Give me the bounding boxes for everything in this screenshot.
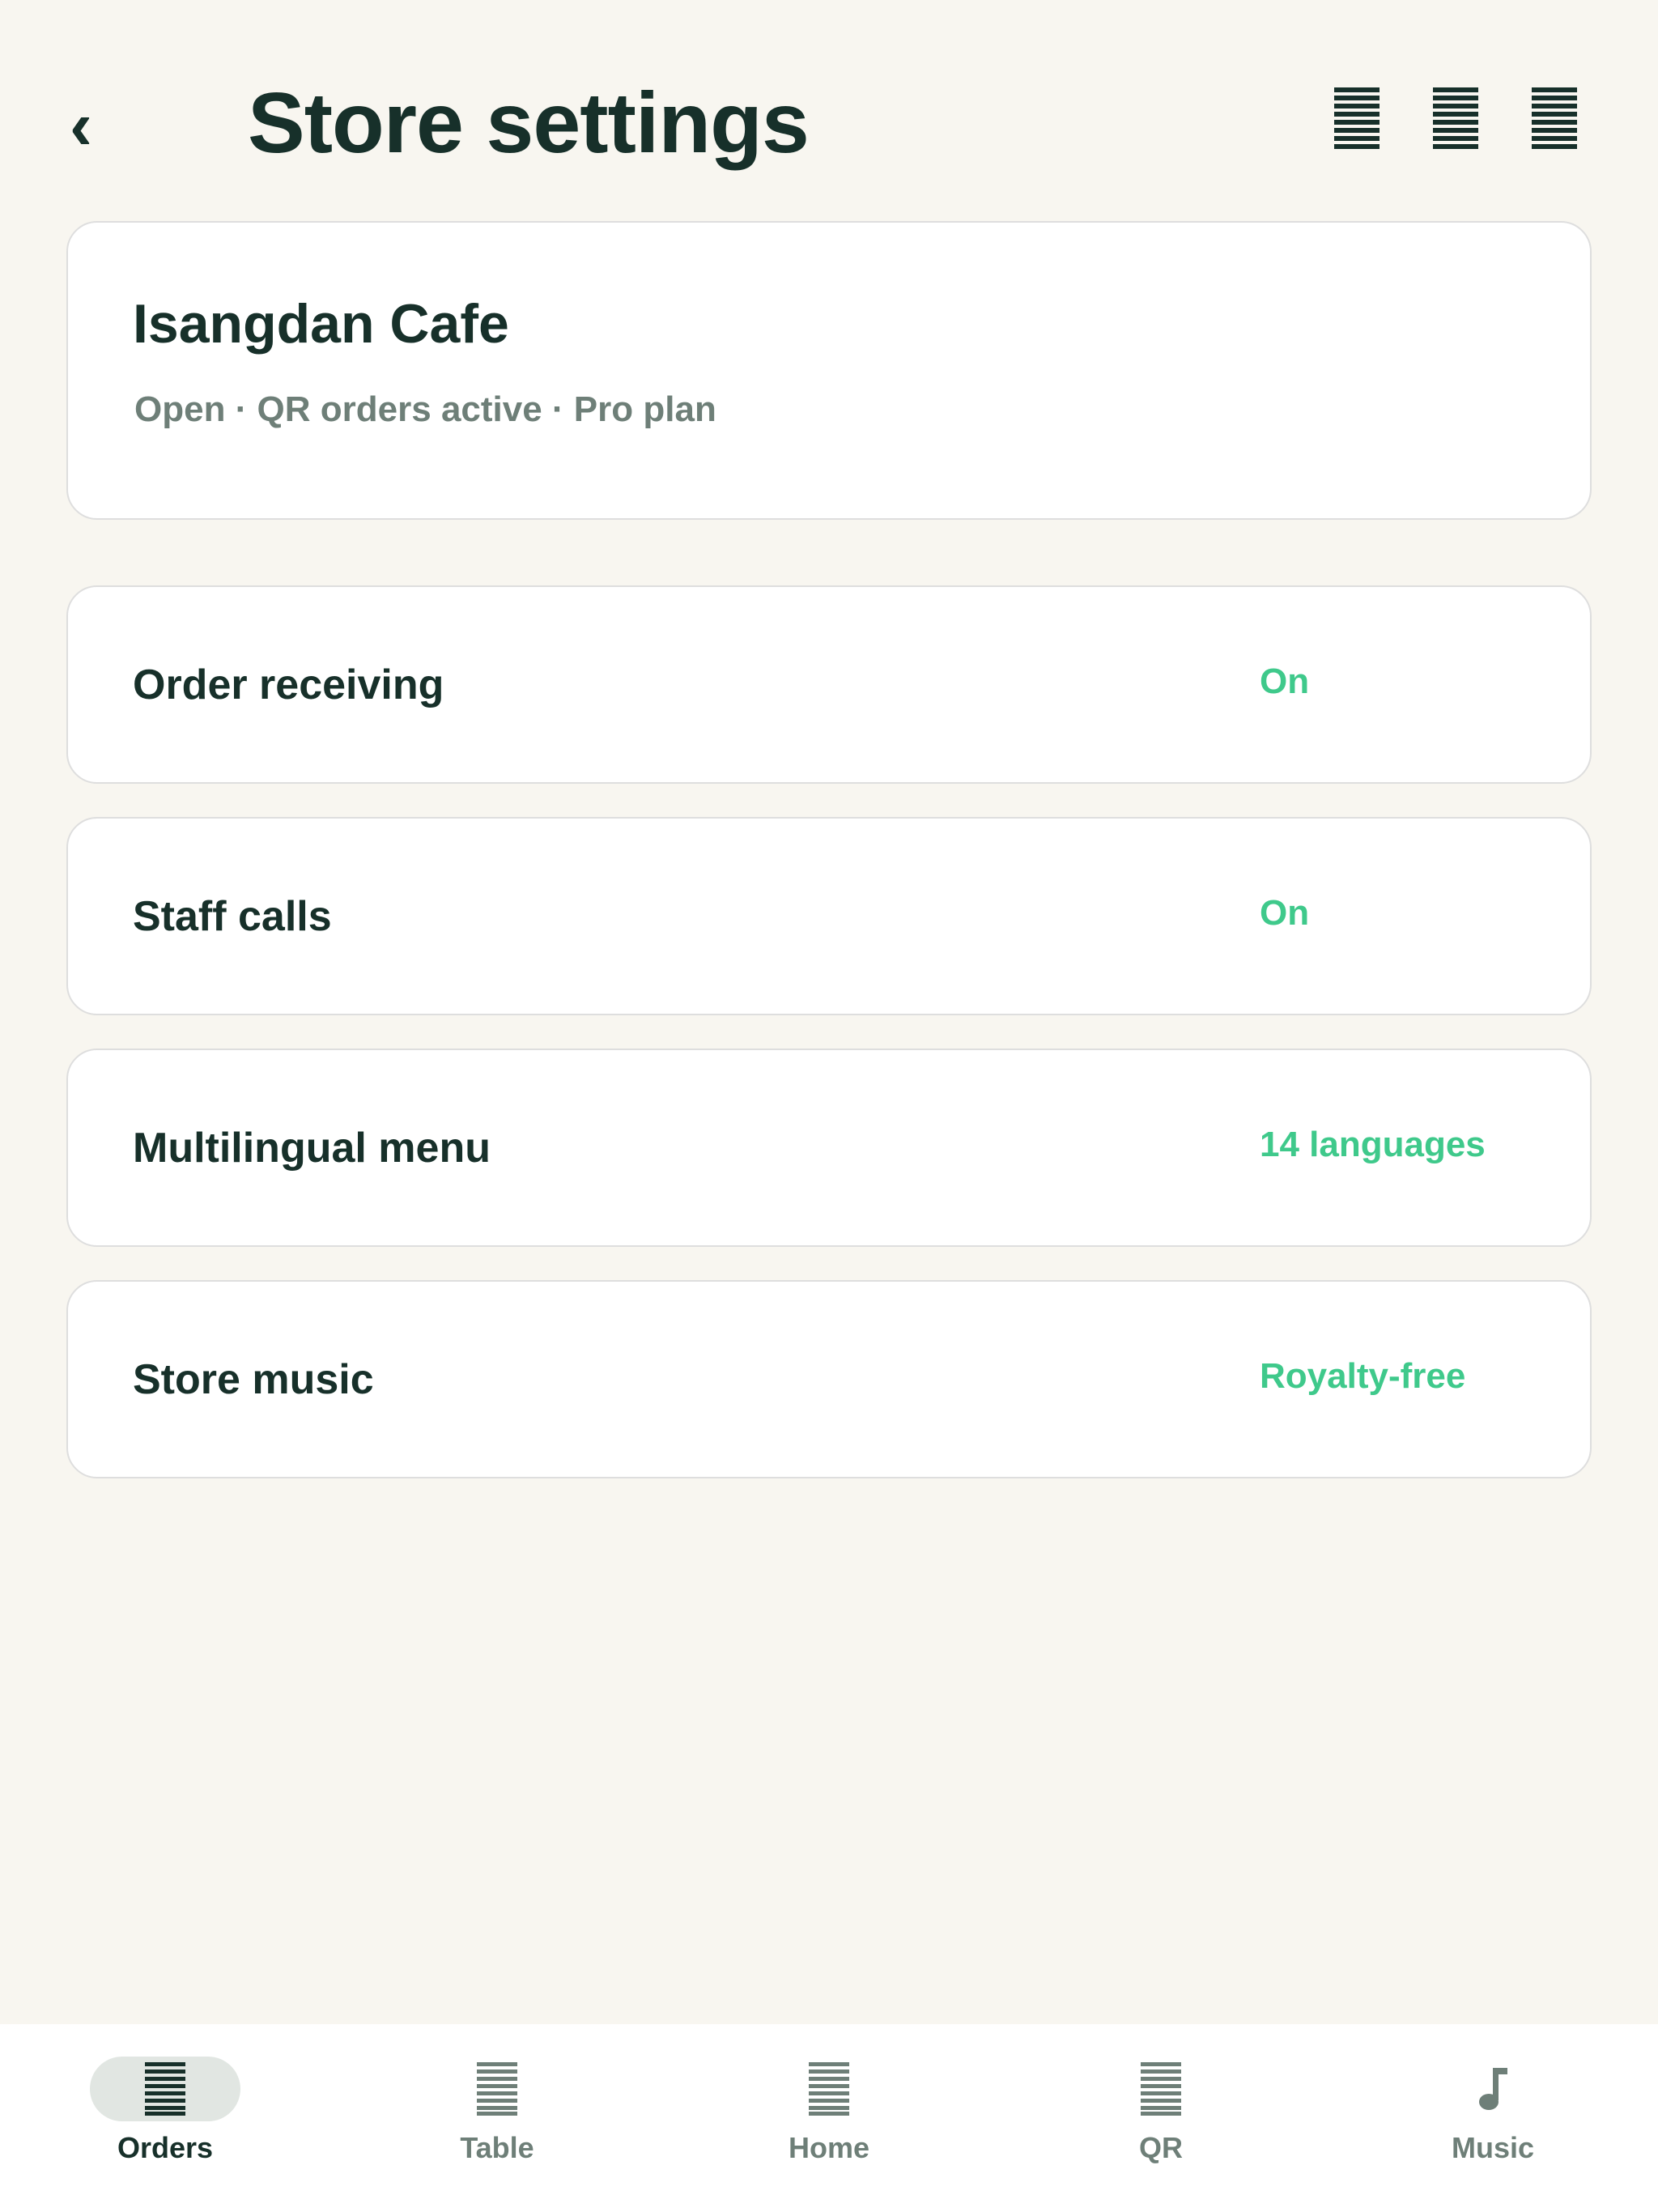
nav-item-qr[interactable]: QR bbox=[1039, 2057, 1282, 2186]
menu-icon[interactable] bbox=[1334, 87, 1380, 149]
setting-value: Royalty-free bbox=[1260, 1355, 1466, 1396]
list-icon bbox=[90, 2057, 240, 2121]
header: ‹ Store settings bbox=[0, 0, 1658, 211]
nav-label: QR bbox=[1139, 2131, 1183, 2164]
music-note-icon bbox=[1418, 2057, 1568, 2121]
setting-value: On bbox=[1260, 892, 1310, 933]
nav-item-home[interactable]: Home bbox=[708, 2057, 950, 2186]
nav-item-music[interactable]: Music bbox=[1371, 2057, 1614, 2186]
nav-label: Home bbox=[788, 2131, 870, 2164]
setting-value: 14 languages bbox=[1260, 1124, 1486, 1164]
nav-label: Orders bbox=[117, 2131, 214, 2164]
setting-label: Store music bbox=[133, 1355, 374, 1403]
header-actions bbox=[1334, 87, 1577, 149]
setting-row-order-receiving[interactable]: Order receiving On bbox=[66, 585, 1592, 784]
bottom-nav: Orders Table Home QR Music bbox=[0, 2024, 1658, 2212]
nav-label: Music bbox=[1451, 2131, 1535, 2164]
back-button[interactable]: ‹ bbox=[57, 89, 105, 162]
setting-row-store-music[interactable]: Store music Royalty-free bbox=[66, 1280, 1592, 1478]
menu-icon[interactable] bbox=[1532, 87, 1577, 149]
page-title: Store settings bbox=[248, 75, 810, 171]
nav-item-orders[interactable]: Orders bbox=[44, 2057, 287, 2186]
menu-icon[interactable] bbox=[1433, 87, 1478, 149]
store-settings-screen: ‹ Store settings Isangdan Cafe Open · QR… bbox=[0, 0, 1658, 2212]
list-icon bbox=[754, 2057, 904, 2121]
setting-value: On bbox=[1260, 661, 1310, 701]
setting-row-staff-calls[interactable]: Staff calls On bbox=[66, 817, 1592, 1015]
setting-label: Multilingual menu bbox=[133, 1124, 491, 1172]
setting-row-multilingual-menu[interactable]: Multilingual menu 14 languages bbox=[66, 1049, 1592, 1247]
store-status: Open · QR orders active · Pro plan bbox=[134, 389, 716, 429]
list-icon bbox=[1086, 2057, 1236, 2121]
store-name: Isangdan Cafe bbox=[133, 293, 509, 355]
setting-label: Order receiving bbox=[133, 661, 444, 708]
nav-item-table[interactable]: Table bbox=[376, 2057, 619, 2186]
store-summary-card: Isangdan Cafe Open · QR orders active · … bbox=[66, 221, 1592, 520]
list-icon bbox=[422, 2057, 572, 2121]
nav-label: Table bbox=[460, 2131, 534, 2164]
setting-label: Staff calls bbox=[133, 892, 332, 940]
